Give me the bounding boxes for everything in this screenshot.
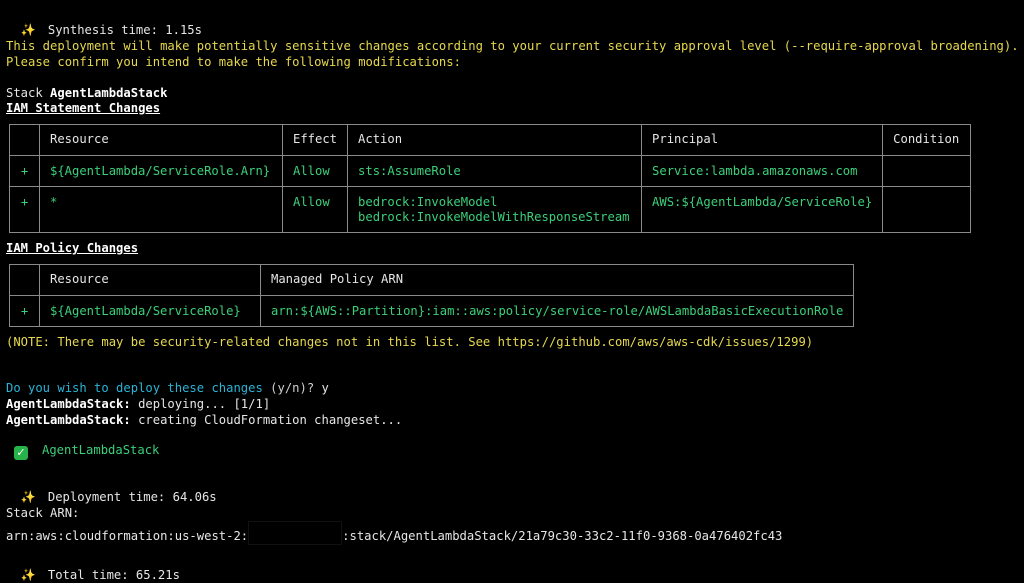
header-condition: Condition xyxy=(882,124,972,156)
table-header-row: Resource Effect Action Principal Conditi… xyxy=(9,124,972,156)
header-principal: Principal xyxy=(641,124,884,156)
added-sign: + xyxy=(9,185,40,233)
row-principal: AWS:${AgentLambda/ServiceRole} xyxy=(641,185,884,233)
sparkles-icon: ✨ xyxy=(20,490,36,504)
row-policy-arn: arn:${AWS::Partition}:iam::aws:policy/se… xyxy=(259,295,855,327)
deploy-success-line: ✓ AgentLambdaStack xyxy=(14,443,160,460)
header-sign xyxy=(9,264,40,296)
row-condition xyxy=(882,155,972,187)
table-row: + ${AgentLambda/ServiceRole} arn:${AWS::… xyxy=(9,295,855,327)
deploy-prompt: Do you wish to deploy these changes (y/n… xyxy=(6,381,329,396)
deploying-text: deploying... [1/1] xyxy=(130,397,271,411)
row-condition xyxy=(882,185,972,233)
row-principal: Service:lambda.amazonaws.com xyxy=(641,155,884,187)
deploying-stack-label: AgentLambdaStack: xyxy=(6,397,131,411)
security-note: (NOTE: There may be security-related cha… xyxy=(6,335,814,349)
iam-policy-heading: IAM Policy Changes xyxy=(6,241,139,255)
row-action: bedrock:InvokeModel bedrock:InvokeModelW… xyxy=(347,185,643,233)
stack-arn-prefix: arn:aws:cloudformation:us-west-2: xyxy=(6,529,249,543)
header-managed-policy-arn: Managed Policy ARN xyxy=(259,264,855,296)
header-sign xyxy=(9,124,40,156)
iam-statement-heading: IAM Statement Changes xyxy=(6,101,161,115)
changeset-line: AgentLambdaStack: creating CloudFormatio… xyxy=(6,413,402,428)
row-resource: * xyxy=(39,185,283,233)
success-stack-name: AgentLambdaStack xyxy=(42,443,160,457)
stack-prefix: Stack xyxy=(6,86,51,100)
deployment-time-line: ✨ Deployment time: 64.06s xyxy=(6,475,217,504)
row-resource: ${AgentLambda/ServiceRole} xyxy=(39,295,261,327)
header-action: Action xyxy=(347,124,643,156)
row-effect: Allow xyxy=(281,155,349,187)
header-effect: Effect xyxy=(281,124,349,156)
deploying-line: AgentLambdaStack: deploying... [1/1] xyxy=(6,397,270,412)
stack-arn-label: Stack ARN: xyxy=(6,506,80,520)
check-mark-icon: ✓ xyxy=(14,446,28,460)
redacted-account-id xyxy=(248,521,343,545)
total-time-line: ✨ Total time: 65.21s xyxy=(6,553,180,582)
table-row: + * Allow bedrock:InvokeModel bedrock:In… xyxy=(9,185,972,233)
approval-warning-line-2: Please confirm you intend to make the fo… xyxy=(6,55,461,69)
synthesis-time-line: ✨ Synthesis time: 1.15s xyxy=(6,8,202,37)
added-sign: + xyxy=(9,295,40,327)
sparkles-icon: ✨ xyxy=(20,568,36,582)
sparkles-icon: ✨ xyxy=(20,23,36,37)
iam-statement-table: Resource Effect Action Principal Conditi… xyxy=(9,124,972,233)
stack-arn-suffix: :stack/AgentLambdaStack/21a79c30-33c2-11… xyxy=(342,529,783,543)
synthesis-time-text: Synthesis time: 1.15s xyxy=(47,23,202,37)
changeset-text: creating CloudFormation changeset... xyxy=(130,413,403,427)
row-effect: Allow xyxy=(281,185,349,233)
stack-arn-value: arn:aws:cloudformation:us-west-2: :stack/… xyxy=(6,521,782,545)
approval-warning-line-1: This deployment will make potentially se… xyxy=(6,39,1019,53)
stack-name: AgentLambdaStack xyxy=(50,86,168,100)
row-resource: ${AgentLambda/ServiceRole.Arn} xyxy=(39,155,283,187)
prompt-question: Do you wish to deploy these changes xyxy=(6,381,263,395)
row-action: sts:AssumeRole xyxy=(347,155,643,187)
header-resource: Resource xyxy=(39,124,283,156)
iam-policy-table: Resource Managed Policy ARN + ${AgentLam… xyxy=(9,264,855,327)
prompt-options: (y/n)? xyxy=(262,381,322,395)
added-sign: + xyxy=(9,155,40,187)
table-row: + ${AgentLambda/ServiceRole.Arn} Allow s… xyxy=(9,155,972,187)
deployment-time-text: Deployment time: 64.06s xyxy=(47,490,217,504)
table-header-row: Resource Managed Policy ARN xyxy=(9,264,855,296)
changeset-stack-label: AgentLambdaStack: xyxy=(6,413,131,427)
total-time-text: Total time: 65.21s xyxy=(47,568,180,582)
header-resource: Resource xyxy=(39,264,261,296)
stack-heading: Stack AgentLambdaStack xyxy=(6,86,167,101)
prompt-answer: y xyxy=(321,381,329,395)
